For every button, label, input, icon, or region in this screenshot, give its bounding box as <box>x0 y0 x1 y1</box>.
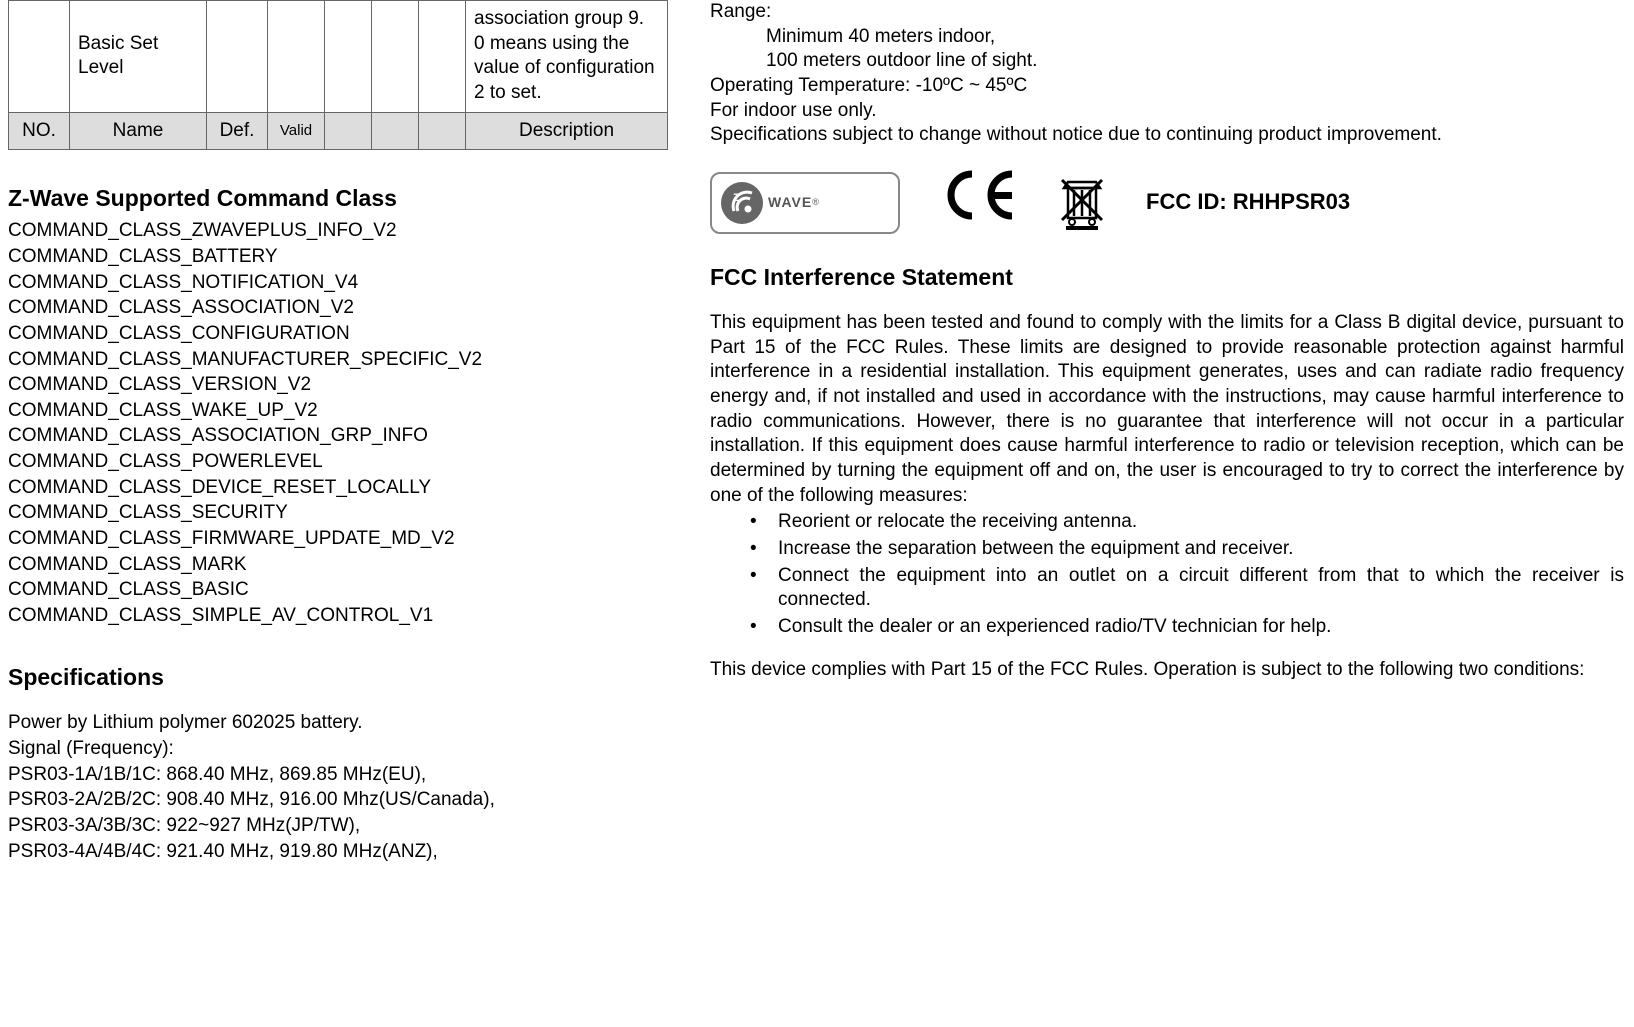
spec-line: PSR03-4A/4B/4C: 921.40 MHz, 919.80 MHz(A… <box>8 839 682 865</box>
list-item: COMMAND_CLASS_POWERLEVEL <box>8 449 682 475</box>
list-item: COMMAND_CLASS_SECURITY <box>8 500 682 526</box>
list-item: Connect the equipment into an outlet on … <box>750 564 1624 613</box>
spec-optemp: Operating Temperature: -10ºC ~ 45ºC <box>710 74 1624 99</box>
list-item: COMMAND_CLASS_WAKE_UP_V2 <box>8 398 682 424</box>
zwave-icon: Z <box>720 181 764 225</box>
specifications-block: Power by Lithium polymer 602025 battery.… <box>8 710 682 864</box>
header-empty <box>419 112 466 150</box>
header-no: NO. <box>9 112 70 150</box>
fcc-bullets: Reorient or relocate the receiving anten… <box>710 510 1624 639</box>
spec-line: PSR03-1A/1B/1C: 868.40 MHz, 869.85 MHz(E… <box>8 762 682 788</box>
cell-no <box>9 1 70 113</box>
header-name: Name <box>70 112 207 150</box>
command-class-list: COMMAND_CLASS_ZWAVEPLUS_INFO_V2 COMMAND_… <box>8 218 682 628</box>
list-item: COMMAND_CLASS_MANUFACTURER_SPECIFIC_V2 <box>8 347 682 373</box>
heading-zwave-classes: Z-Wave Supported Command Class <box>8 184 682 214</box>
right-column: Range: Minimum 40 meters indoor, 100 met… <box>700 0 1634 1027</box>
page: Basic Set Level association group 9. 0 m… <box>0 0 1634 1027</box>
header-empty <box>325 112 372 150</box>
logo-row: Z WAVE ® <box>710 168 1624 237</box>
list-item: COMMAND_CLASS_SIMPLE_AV_CONTROL_V1 <box>8 603 682 629</box>
table-row: Basic Set Level association group 9. 0 m… <box>9 1 668 113</box>
spec-line: Power by Lithium polymer 602025 battery. <box>8 710 682 736</box>
cell-desc: association group 9. 0 means using the v… <box>466 1 668 113</box>
spec-range-indoor: Minimum 40 meters indoor, <box>710 25 1624 50</box>
params-table: Basic Set Level association group 9. 0 m… <box>8 0 668 150</box>
cell-empty <box>419 1 466 113</box>
table-header-row: NO. Name Def. Valid Description <box>9 112 668 150</box>
list-item: Consult the dealer or an experienced rad… <box>750 615 1624 640</box>
header-desc: Description <box>466 112 668 150</box>
cell-valid <box>268 1 325 113</box>
cell-def <box>207 1 268 113</box>
fcc-paragraph-1: This equipment has been tested and found… <box>710 311 1624 509</box>
header-valid: Valid <box>268 112 325 150</box>
spec-line: PSR03-3A/3B/3C: 922~927 MHz(JP/TW), <box>8 813 682 839</box>
list-item: Reorient or relocate the receiving anten… <box>750 510 1624 535</box>
list-item: COMMAND_CLASS_NOTIFICATION_V4 <box>8 270 682 296</box>
header-empty <box>372 112 419 150</box>
list-item: COMMAND_CLASS_ASSOCIATION_V2 <box>8 295 682 321</box>
spec-changes: Specifications subject to change without… <box>710 123 1624 148</box>
fcc-paragraph-2: This device complies with Part 15 of the… <box>710 658 1624 683</box>
list-item: COMMAND_CLASS_VERSION_V2 <box>8 372 682 398</box>
spec-indoor: For indoor use only. <box>710 99 1624 124</box>
zwave-logo: Z WAVE ® <box>710 172 900 234</box>
spec-range-outdoor: 100 meters outdoor line of sight. <box>710 49 1624 74</box>
spec-range-label: Range: <box>710 0 1624 25</box>
list-item: Increase the separation between the equi… <box>750 537 1624 562</box>
left-column: Basic Set Level association group 9. 0 m… <box>0 0 700 1027</box>
list-item: COMMAND_CLASS_BATTERY <box>8 244 682 270</box>
ce-mark-icon <box>940 168 1018 237</box>
spec-line: Signal (Frequency): <box>8 736 682 762</box>
list-item: COMMAND_CLASS_CONFIGURATION <box>8 321 682 347</box>
fcc-id: FCC ID: RHHPSR03 <box>1146 188 1350 217</box>
list-item: COMMAND_CLASS_DEVICE_RESET_LOCALLY <box>8 475 682 501</box>
list-item: COMMAND_CLASS_MARK <box>8 552 682 578</box>
header-def: Def. <box>207 112 268 150</box>
cell-empty <box>372 1 419 113</box>
heading-specifications: Specifications <box>8 663 682 693</box>
svg-text:Z: Z <box>733 192 740 204</box>
spec-line: PSR03-2A/2B/2C: 908.40 MHz, 916.00 Mhz(U… <box>8 787 682 813</box>
list-item: COMMAND_CLASS_ASSOCIATION_GRP_INFO <box>8 423 682 449</box>
zwave-label: WAVE <box>768 193 812 211</box>
list-item: COMMAND_CLASS_FIRMWARE_UPDATE_MD_V2 <box>8 526 682 552</box>
weee-icon <box>1058 176 1106 230</box>
list-item: COMMAND_CLASS_ZWAVEPLUS_INFO_V2 <box>8 218 682 244</box>
cell-empty <box>325 1 372 113</box>
heading-fcc: FCC Interference Statement <box>710 263 1624 293</box>
list-item: COMMAND_CLASS_BASIC <box>8 577 682 603</box>
cell-name: Basic Set Level <box>70 1 207 113</box>
